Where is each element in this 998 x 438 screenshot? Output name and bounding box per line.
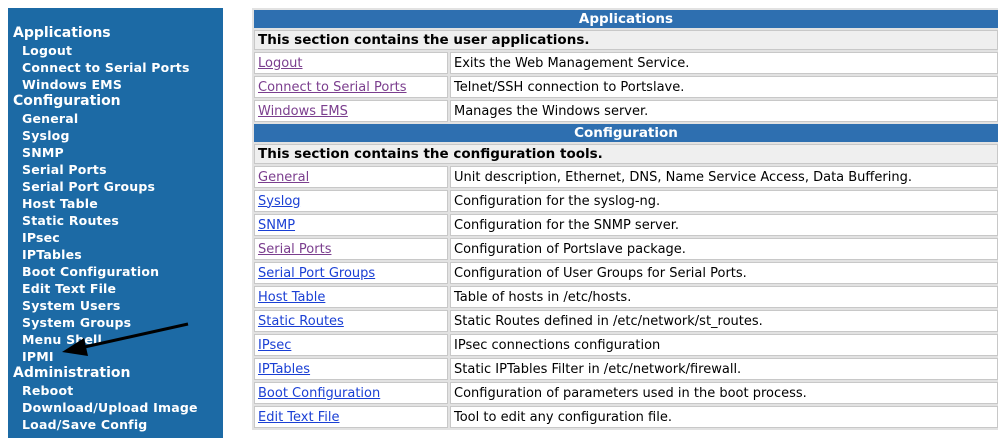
table-row: Logout Exits the Web Management Service. xyxy=(254,52,998,74)
configuration-header: Configuration xyxy=(254,124,998,142)
menu-table: Applications This section contains the u… xyxy=(252,8,998,430)
desc-boot-configuration: Configuration of parameters used in the … xyxy=(450,382,998,404)
desc-ipsec: IPsec connections configuration xyxy=(450,334,998,356)
link-edit-text-file[interactable]: Edit Text File xyxy=(258,410,340,425)
link-ipsec[interactable]: IPsec xyxy=(258,338,291,353)
link-serial-ports[interactable]: Serial Ports xyxy=(258,242,331,257)
sidebar-item-general[interactable]: General xyxy=(22,110,223,127)
link-syslog[interactable]: Syslog xyxy=(258,194,301,209)
link-snmp[interactable]: SNMP xyxy=(258,218,295,233)
link-static-routes[interactable]: Static Routes xyxy=(258,314,344,329)
table-row: Static Routes Static Routes defined in /… xyxy=(254,310,998,332)
table-row: General Unit description, Ethernet, DNS,… xyxy=(254,166,998,188)
sidebar-item-download-upload-image[interactable]: Download/Upload Image xyxy=(22,399,223,416)
desc-general: Unit description, Ethernet, DNS, Name Se… xyxy=(450,166,998,188)
configuration-intro: This section contains the configuration … xyxy=(254,144,998,164)
desc-static-routes: Static Routes defined in /etc/network/st… xyxy=(450,310,998,332)
table-row: Configuration xyxy=(254,124,998,142)
applications-intro: This section contains the user applicati… xyxy=(254,30,998,50)
main-content: Applications This section contains the u… xyxy=(252,8,998,431)
link-windows-ems[interactable]: Windows EMS xyxy=(258,104,348,119)
sidebar-item-iptables[interactable]: IPTables xyxy=(22,246,223,263)
sidebar-item-static-routes[interactable]: Static Routes xyxy=(22,212,223,229)
link-iptables[interactable]: IPTables xyxy=(258,362,310,377)
table-row: Boot Configuration Configuration of para… xyxy=(254,382,998,404)
desc-serial-port-groups: Configuration of User Groups for Serial … xyxy=(450,262,998,284)
applications-header: Applications xyxy=(254,10,998,28)
sidebar-item-boot-configuration[interactable]: Boot Configuration xyxy=(22,263,223,280)
desc-host-table: Table of hosts in /etc/hosts. xyxy=(450,286,998,308)
sidebar-item-syslog[interactable]: Syslog xyxy=(22,127,223,144)
sidebar-item-host-table[interactable]: Host Table xyxy=(22,195,223,212)
table-row: Edit Text File Tool to edit any configur… xyxy=(254,406,998,428)
desc-snmp: Configuration for the SNMP server. xyxy=(450,214,998,236)
table-row: IPsec IPsec connections configuration xyxy=(254,334,998,356)
desc-connect-serial-ports: Telnet/SSH connection to Portslave. xyxy=(450,76,998,98)
arrow-icon xyxy=(62,322,189,356)
sidebar-item-logout[interactable]: Logout xyxy=(22,42,223,59)
desc-serial-ports: Configuration of Portslave package. xyxy=(450,238,998,260)
desc-windows-ems: Manages the Windows server. xyxy=(450,100,998,122)
table-row: Connect to Serial Ports Telnet/SSH conne… xyxy=(254,76,998,98)
table-row: This section contains the user applicati… xyxy=(254,30,998,50)
sidebar-item-snmp[interactable]: SNMP xyxy=(22,144,223,161)
sidebar-section-applications[interactable]: Applications xyxy=(13,25,223,42)
sidebar-item-system-users[interactable]: System Users xyxy=(22,297,223,314)
sidebar-group-applications: Applications Logout Connect to Serial Po… xyxy=(8,25,223,93)
sidebar-item-connect-serial-ports[interactable]: Connect to Serial Ports xyxy=(22,59,223,76)
desc-syslog: Configuration for the syslog-ng. xyxy=(450,190,998,212)
sidebar-item-reboot[interactable]: Reboot xyxy=(22,382,223,399)
table-row: SNMP Configuration for the SNMP server. xyxy=(254,214,998,236)
sidebar-item-load-save-config[interactable]: Load/Save Config xyxy=(22,416,223,433)
table-row: Syslog Configuration for the syslog-ng. xyxy=(254,190,998,212)
desc-iptables: Static IPTables Filter in /etc/network/f… xyxy=(450,358,998,380)
sidebar-section-administration[interactable]: Administration xyxy=(13,365,223,382)
link-serial-port-groups[interactable]: Serial Port Groups xyxy=(258,266,375,281)
link-connect-serial-ports[interactable]: Connect to Serial Ports xyxy=(258,80,407,95)
link-logout[interactable]: Logout xyxy=(258,56,303,71)
sidebar-nav: Applications Logout Connect to Serial Po… xyxy=(8,8,223,438)
table-row: IPTables Static IPTables Filter in /etc/… xyxy=(254,358,998,380)
desc-edit-text-file: Tool to edit any configuration file. xyxy=(450,406,998,428)
desc-logout: Exits the Web Management Service. xyxy=(450,52,998,74)
table-row: Serial Port Groups Configuration of User… xyxy=(254,262,998,284)
sidebar-item-edit-text-file[interactable]: Edit Text File xyxy=(22,280,223,297)
sidebar-section-configuration[interactable]: Configuration xyxy=(13,93,223,110)
table-row: Applications xyxy=(254,10,998,28)
sidebar-item-ipsec[interactable]: IPsec xyxy=(22,229,223,246)
sidebar-item-windows-ems[interactable]: Windows EMS xyxy=(22,76,223,93)
table-row: Serial Ports Configuration of Portslave … xyxy=(254,238,998,260)
table-row: Windows EMS Manages the Windows server. xyxy=(254,100,998,122)
table-row: Host Table Table of hosts in /etc/hosts. xyxy=(254,286,998,308)
link-boot-configuration[interactable]: Boot Configuration xyxy=(258,386,380,401)
sidebar-item-serial-ports[interactable]: Serial Ports xyxy=(22,161,223,178)
link-host-table[interactable]: Host Table xyxy=(258,290,325,305)
sidebar-item-serial-port-groups[interactable]: Serial Port Groups xyxy=(22,178,223,195)
link-general[interactable]: General xyxy=(258,170,309,185)
sidebar-group-administration: Administration Reboot Download/Upload Im… xyxy=(8,365,223,433)
table-row: This section contains the configuration … xyxy=(254,144,998,164)
